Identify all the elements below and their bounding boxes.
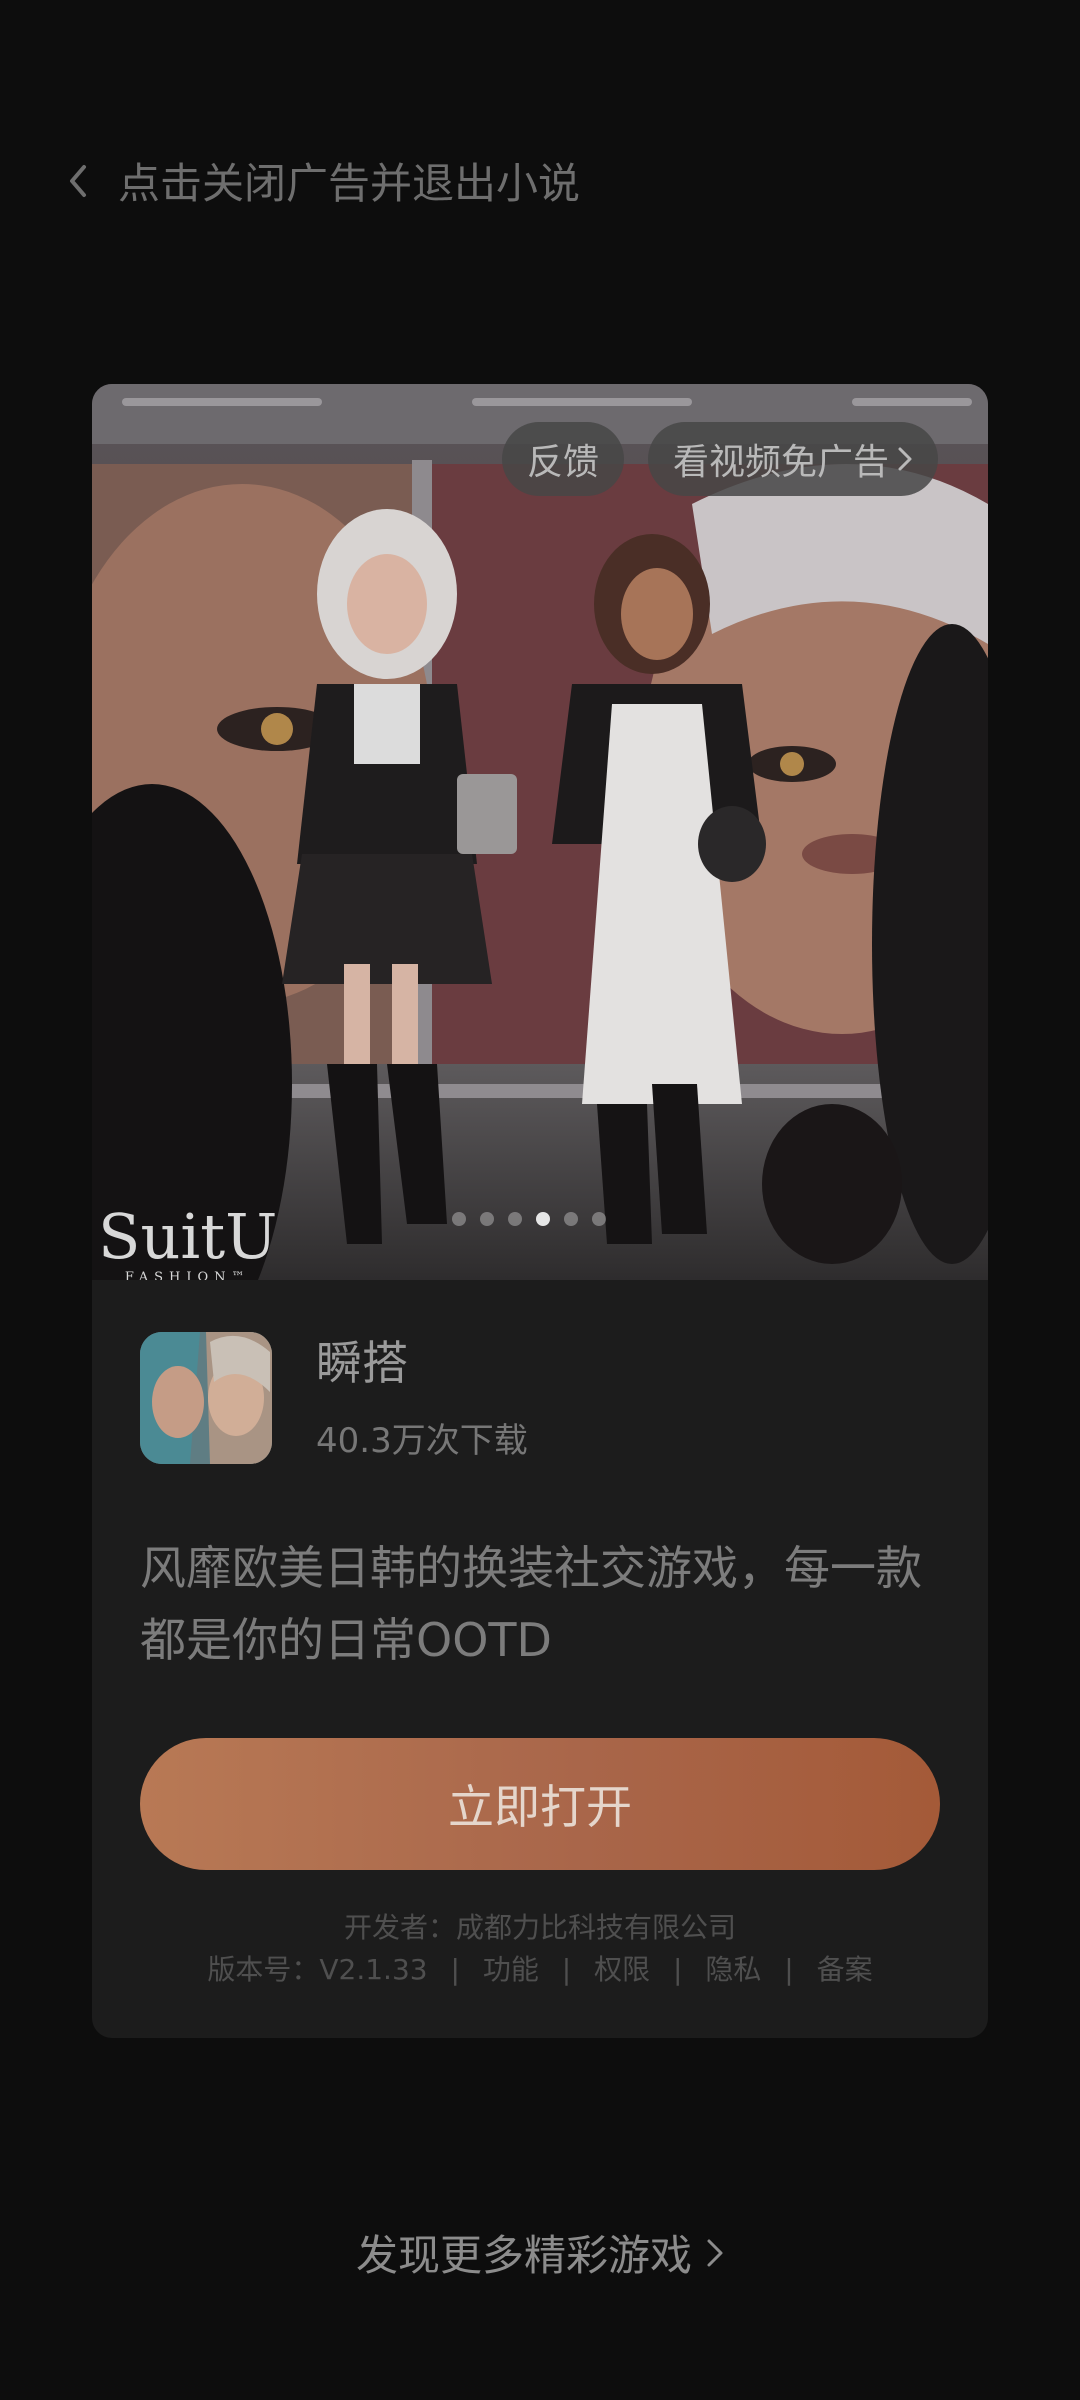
carousel-dot[interactable] [564, 1212, 578, 1226]
feedback-button[interactable]: 反馈 [502, 422, 624, 496]
carousel-dot[interactable] [536, 1212, 550, 1226]
skip-ad-button[interactable]: 看视频免广告 [648, 422, 938, 496]
chevron-left-icon [70, 164, 86, 197]
brand-logo: SuitU FASHION™ [98, 1200, 278, 1281]
link-features[interactable]: 功能 [483, 1953, 539, 1986]
brand-sub: FASHION™ [124, 1270, 251, 1280]
brand-name: SuitU [98, 1200, 278, 1273]
link-privacy[interactable]: 隐私 [705, 1953, 761, 1986]
app-icon-art [140, 1332, 272, 1464]
separator: | [450, 1953, 460, 1986]
link-permissions[interactable]: 权限 [594, 1953, 650, 1986]
app-downloads: 40.3万次下载 [316, 1420, 528, 1461]
separator: | [784, 1953, 794, 1986]
chevron-right-icon [898, 447, 912, 471]
open-app-button[interactable]: 立即打开 [140, 1738, 940, 1870]
ad-banner[interactable]: 反馈 看视频免广告 SuitU FASHION™ [92, 384, 988, 1280]
carousel-indicator [452, 1212, 606, 1226]
app-name: 瞬搭 [316, 1335, 408, 1390]
ad-card: 反馈 看视频免广告 SuitU FASHION™ 瞬搭 40.3万次下载 风靡欧… [92, 384, 988, 2038]
carousel-dot[interactable] [452, 1212, 466, 1226]
skip-ad-label: 看视频免广告 [672, 442, 889, 483]
version-links: 版本号：V2.1.33 | 功能 | 权限 | 隐私 | 备案 [92, 1948, 988, 1988]
app-description: 风靡欧美日韩的换装社交游戏，每一款都是你的日常OOTD [140, 1541, 922, 1667]
app-icon [140, 1332, 272, 1464]
separator: | [561, 1953, 572, 1986]
link-filing[interactable]: 备案 [817, 1953, 873, 1986]
developer-info: 开发者：成都力比科技有限公司 [343, 1911, 736, 1944]
version-text: 版本号：V2.1.33 [207, 1953, 428, 1986]
carousel-dot[interactable] [480, 1212, 494, 1226]
banner-illustration [92, 384, 988, 1280]
feedback-label: 反馈 [526, 442, 599, 483]
carousel-dot[interactable] [592, 1212, 606, 1226]
app-info: 瞬搭 40.3万次下载 [140, 1332, 528, 1464]
close-ad-exit[interactable]: 点击关闭广告并退出小说 [62, 150, 580, 211]
carousel-dot[interactable] [508, 1212, 522, 1226]
close-ad-text: 点击关闭广告并退出小说 [118, 159, 581, 208]
more-games-text: 发现更多精彩游戏 [355, 2231, 692, 2280]
separator: | [673, 1953, 683, 1986]
chevron-right-icon [707, 2239, 723, 2266]
more-games-link[interactable]: 发现更多精彩游戏 [0, 2222, 1080, 2283]
